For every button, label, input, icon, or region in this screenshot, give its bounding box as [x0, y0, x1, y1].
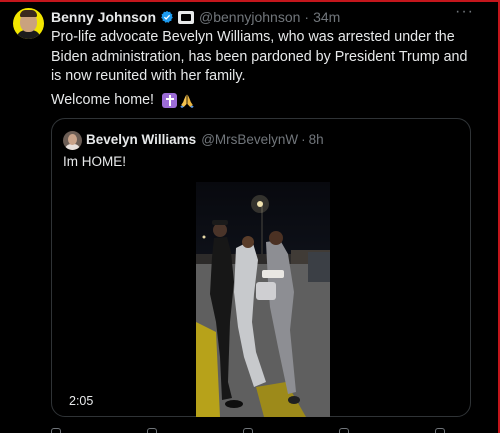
quoted-author-handle[interactable]: @MrsBevelynW — [201, 132, 298, 147]
share-icon[interactable] — [435, 428, 445, 433]
video-frame-thumbnail — [196, 182, 330, 417]
affiliate-badge-icon[interactable] — [178, 10, 195, 24]
latin-cross-emoji — [162, 92, 178, 108]
author-handle[interactable]: @bennyjohnson — [199, 9, 300, 25]
header-separator: · — [304, 9, 310, 25]
quoted-tweet-timestamp[interactable]: 8h — [309, 132, 324, 147]
like-icon[interactable] — [243, 428, 253, 433]
quoted-author-avatar[interactable] — [63, 131, 82, 150]
author-avatar[interactable] — [13, 8, 44, 39]
verified-badge-icon[interactable] — [160, 10, 174, 24]
tweet-action-bar — [51, 428, 471, 433]
welcome-text: Welcome home! — [51, 92, 155, 108]
retweet-icon[interactable] — [147, 428, 157, 433]
praying-hands-emoji — [180, 94, 194, 108]
tweet-text-welcome-line: Welcome home! — [51, 92, 195, 108]
quoted-tweet-header: Bevelyn Williams @MrsBevelynW · 8h — [86, 132, 324, 147]
tweet-header: Benny Johnson @bennyjohnson · 34m — [51, 8, 340, 26]
reply-icon[interactable] — [51, 428, 61, 433]
tweet-timestamp[interactable]: 34m — [313, 9, 340, 25]
more-options-icon[interactable]: ··· — [455, 4, 477, 22]
video-player[interactable] — [196, 182, 330, 417]
window-frame-top — [0, 0, 500, 2]
author-name[interactable]: Benny Johnson — [51, 9, 156, 25]
quoted-author-name[interactable]: Bevelyn Williams — [86, 132, 196, 147]
video-duration-badge: 2:05 — [69, 394, 94, 408]
views-icon[interactable] — [339, 428, 349, 433]
quoted-tweet-text: Im HOME! — [63, 154, 126, 169]
quoted-header-separator: · — [301, 132, 306, 147]
tweet-text: Pro-life advocate Bevelyn Williams, who … — [51, 29, 468, 84]
quoted-tweet-card[interactable]: Bevelyn Williams @MrsBevelynW · 8h Im HO… — [51, 118, 471, 417]
